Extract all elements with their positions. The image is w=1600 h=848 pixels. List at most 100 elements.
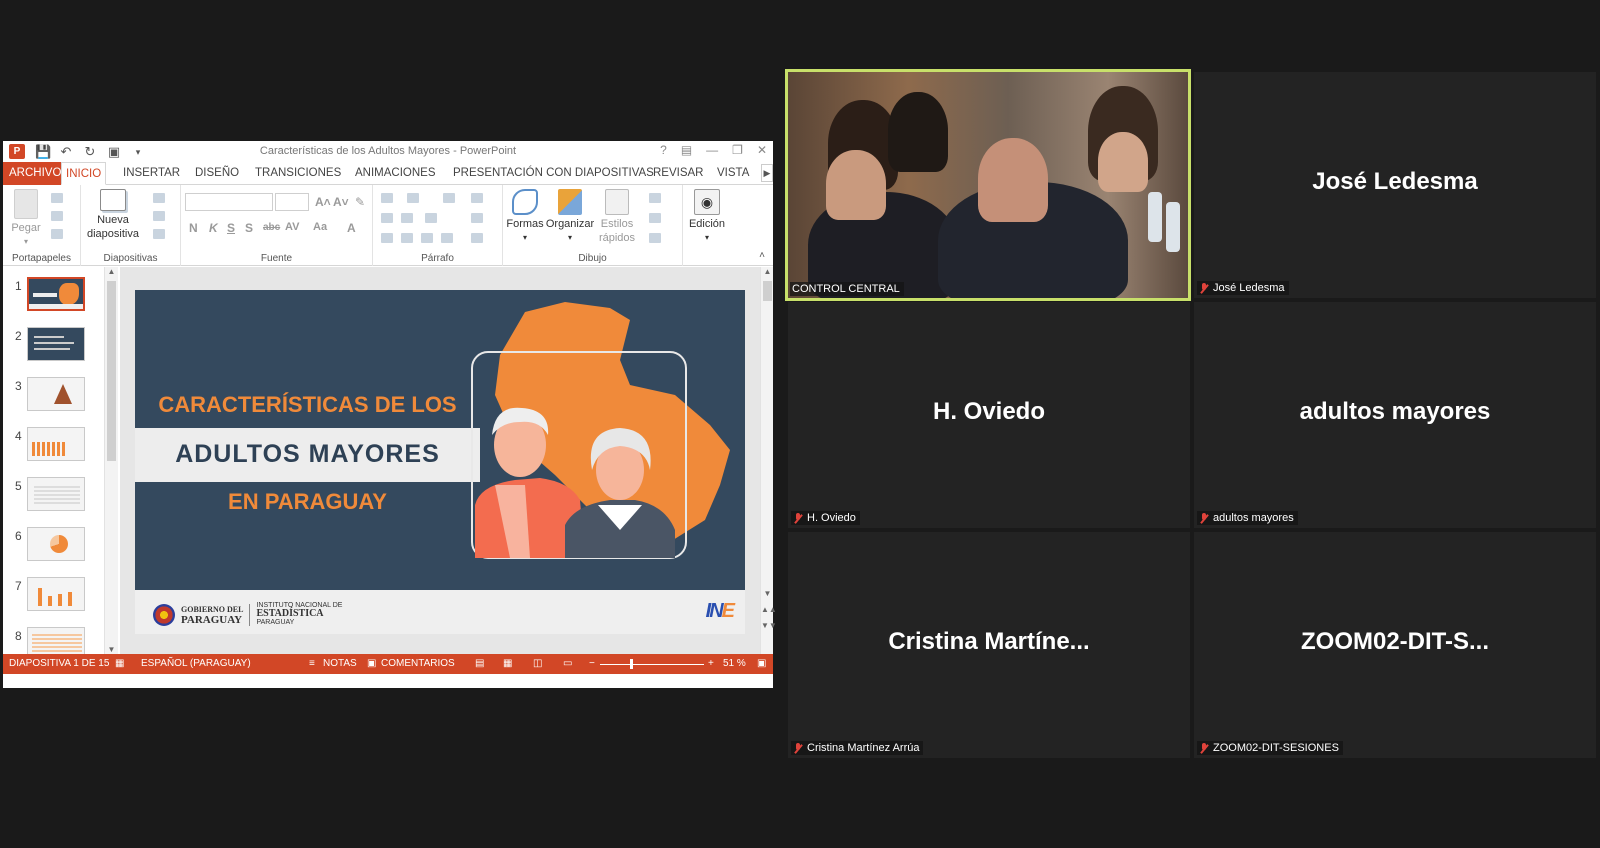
bold-icon[interactable]: N [189, 221, 198, 235]
slide-sorter-icon[interactable]: ▦ [503, 658, 512, 669]
scrollbar-thumb[interactable] [107, 281, 116, 461]
numbering-icon[interactable] [407, 193, 419, 203]
zoom-slider[interactable] [600, 664, 704, 665]
video-tile-zoom02[interactable]: ZOOM02-DIT-S... ZOOM02-DIT-SESIONES [1194, 532, 1596, 758]
tab-transiciones[interactable]: TRANSICIONES [251, 162, 345, 185]
grow-font-icon[interactable]: A˄ [315, 195, 331, 209]
underline-icon[interactable]: S [227, 221, 235, 235]
editor-scrollbar[interactable]: ▲ ▼ ▲▲ ▼▼ [760, 267, 777, 654]
zoom-out-icon[interactable]: − [589, 658, 595, 669]
normal-view-icon[interactable]: ▤ [475, 658, 484, 669]
comments-icon[interactable]: ▣ [367, 658, 376, 669]
char-spacing-icon[interactable]: AV [285, 221, 299, 233]
ribbon-display-icon[interactable]: ▤ [681, 143, 692, 157]
increase-indent-icon[interactable] [401, 213, 413, 223]
slide-editor[interactable]: CARACTERÍSTICAS DE LOS ADULTOS MAYORES E… [120, 267, 760, 654]
quick-styles-button[interactable]: Estilos rápidos [597, 189, 637, 245]
tabs-scroll-right-icon[interactable]: ▶ [761, 164, 773, 182]
arrange-button[interactable]: Organizar ▾ [545, 189, 595, 245]
current-slide[interactable]: CARACTERÍSTICAS DE LOS ADULTOS MAYORES E… [135, 290, 745, 634]
decrease-indent-icon[interactable] [381, 213, 393, 223]
shrink-font-icon[interactable]: A˅ [333, 195, 349, 209]
section-icon[interactable] [153, 229, 165, 239]
thumbnail-slide-7[interactable]: 7 [3, 577, 103, 623]
font-color-icon[interactable]: A [347, 221, 356, 235]
scroll-down-icon[interactable]: ▼ [761, 589, 774, 598]
thumbnail-slide-6[interactable]: 6 [3, 527, 103, 573]
tab-vista[interactable]: VISTA [713, 162, 753, 185]
font-name-box[interactable] [185, 193, 273, 211]
justify-icon[interactable] [441, 233, 453, 243]
align-right-icon[interactable] [421, 233, 433, 243]
thumbnail-slide-5[interactable]: 5 [3, 477, 103, 523]
clear-format-icon[interactable]: ✎ [355, 195, 365, 209]
notes-button[interactable]: NOTAS [323, 658, 357, 669]
zoom-level[interactable]: 51 % [723, 658, 746, 669]
language-status[interactable]: ESPAÑOL (PARAGUAY) [141, 658, 251, 669]
video-tile-control-central[interactable]: CONTROL CENTRAL [785, 69, 1191, 301]
shape-outline-icon[interactable] [649, 213, 661, 223]
previous-slide-icon[interactable]: ▲▲ [761, 605, 777, 614]
bullets-icon[interactable] [381, 193, 393, 203]
notes-icon[interactable]: ≡ [309, 658, 315, 669]
tab-animaciones[interactable]: ANIMACIONES [351, 162, 440, 185]
video-tile-cristina[interactable]: Cristina Martíne... Cristina Martínez Ar… [788, 532, 1190, 758]
help-icon[interactable]: ? [660, 143, 667, 157]
editing-button[interactable]: ◉ Edición ▾ [685, 189, 729, 245]
layout-icon[interactable] [153, 193, 165, 203]
tab-presentacion[interactable]: PRESENTACIÓN CON DIAPOSITIVAS [449, 162, 658, 185]
cut-icon[interactable] [51, 193, 63, 203]
participant-name-label: CONTROL CENTRAL [790, 282, 904, 296]
shape-effects-icon[interactable] [649, 233, 661, 243]
align-text-icon[interactable] [471, 213, 483, 223]
reading-view-icon[interactable]: ◫ [533, 658, 542, 669]
tab-insertar[interactable]: INSERTAR [119, 162, 184, 185]
shape-fill-icon[interactable] [649, 193, 661, 203]
restore-icon[interactable]: ❐ [732, 143, 743, 157]
zoom-in-icon[interactable]: + [708, 658, 714, 669]
columns-icon[interactable] [425, 213, 437, 223]
copy-icon[interactable] [51, 211, 63, 221]
tab-inicio[interactable]: INICIO [61, 162, 107, 185]
close-icon[interactable]: ✕ [757, 143, 767, 157]
thumbnail-slide-1[interactable]: 1 [3, 277, 103, 323]
line-spacing-icon[interactable] [443, 193, 455, 203]
scroll-up-icon[interactable]: ▲ [761, 267, 774, 276]
new-slide-button[interactable]: Nueva diapositiva [83, 189, 143, 241]
video-tile-jose-ledesma[interactable]: José Ledesma José Ledesma [1194, 72, 1596, 298]
zoom-slider-handle[interactable] [630, 659, 633, 669]
minimize-icon[interactable]: — [706, 143, 718, 157]
scrollbar-thumb[interactable] [763, 281, 772, 301]
collapse-ribbon-icon[interactable]: ˄ [759, 250, 765, 261]
paste-button[interactable]: Pegar ▾ [9, 189, 43, 249]
fit-to-window-icon[interactable]: ▣ [757, 658, 766, 669]
thumbnail-slide-2[interactable]: 2 [3, 327, 103, 373]
arrange-icon [558, 189, 582, 215]
font-size-box[interactable] [275, 193, 309, 211]
thumbnail-slide-3[interactable]: 3 [3, 377, 103, 423]
italic-icon[interactable]: K [209, 221, 218, 235]
shadow-icon[interactable]: S [245, 221, 253, 235]
scroll-down-icon[interactable]: ▼ [105, 645, 118, 654]
tab-revisar[interactable]: REVISAR [649, 162, 708, 185]
slideshow-view-icon[interactable]: ▭ [563, 658, 572, 669]
format-painter-icon[interactable] [51, 229, 63, 239]
thumbnails-scrollbar[interactable]: ▲ ▼ [104, 267, 118, 654]
scroll-up-icon[interactable]: ▲ [105, 267, 118, 276]
reset-slide-icon[interactable] [153, 211, 165, 221]
next-slide-icon[interactable]: ▼▼ [761, 621, 777, 630]
spellcheck-icon[interactable]: ▦ [115, 658, 124, 669]
align-left-icon[interactable] [381, 233, 393, 243]
thumbnail-slide-4[interactable]: 4 [3, 427, 103, 473]
video-tile-h-oviedo[interactable]: H. Oviedo H. Oviedo [788, 302, 1190, 528]
shapes-button[interactable]: Formas ▾ [505, 189, 545, 245]
video-tile-adultos-mayores[interactable]: adultos mayores adultos mayores [1194, 302, 1596, 528]
align-center-icon[interactable] [401, 233, 413, 243]
tab-archivo[interactable]: ARCHIVO [3, 162, 68, 185]
text-direction-icon[interactable] [471, 193, 483, 203]
change-case-icon[interactable]: Aa [313, 221, 327, 233]
strikethrough-icon[interactable]: abc [263, 222, 280, 233]
tab-diseno[interactable]: DISEÑO [191, 162, 243, 185]
comments-button[interactable]: COMENTARIOS [381, 658, 455, 669]
smartart-icon[interactable] [471, 233, 483, 243]
